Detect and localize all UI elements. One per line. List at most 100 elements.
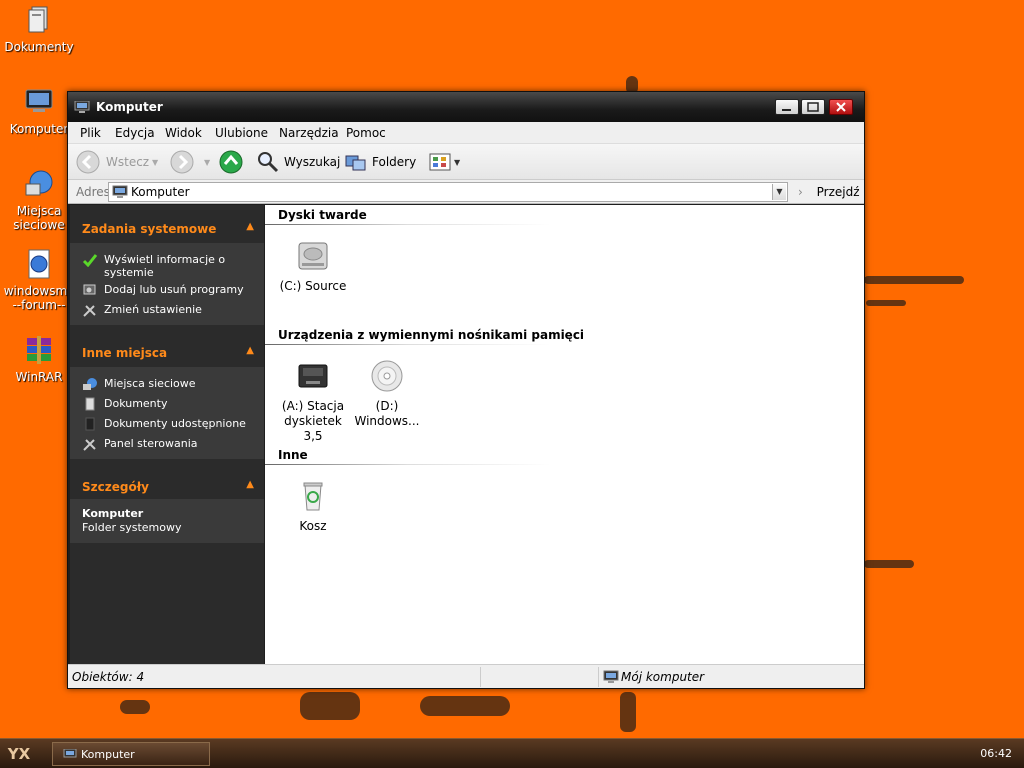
link-label: Dodaj lub usuń programy [104, 283, 244, 296]
computer-icon [23, 86, 55, 118]
computer-icon [63, 749, 77, 758]
item-label: (C:) Source [279, 279, 347, 293]
desktop-wallpaper-splash [420, 696, 510, 716]
status-location: Mój komputer [621, 670, 705, 684]
forward-button[interactable]: ▼ [170, 150, 210, 174]
system-clock: 06:42 [980, 747, 1012, 760]
maximize-button[interactable] [801, 99, 825, 115]
cd-drive-icon [370, 359, 404, 393]
title-bar[interactable]: Komputer [68, 92, 864, 122]
address-bar: Adres Komputer ▼ › Przejdź [68, 180, 864, 204]
pane-header-system-tasks[interactable]: Zadania systemowe ▲ [70, 213, 264, 243]
desktop-wallpaper-splash [866, 300, 906, 306]
status-object-count: Obiektów: 4 [72, 670, 145, 684]
drive-d[interactable]: (D:) Windows... [347, 359, 427, 429]
folders-button[interactable]: Foldery [344, 150, 418, 174]
install-icon [82, 283, 98, 297]
go-button[interactable]: › Przejdź [798, 185, 860, 199]
folders-label: Foldery [372, 155, 417, 169]
close-icon [836, 102, 846, 112]
floppy-drive-icon [296, 359, 330, 393]
group-divider [265, 464, 551, 465]
address-label: Adres [76, 185, 110, 199]
link-documents[interactable]: Dokumenty [82, 397, 257, 411]
link-label: Wyświetl informacje o systemie [104, 253, 226, 279]
menu-tools[interactable]: Narzędzia [279, 126, 339, 140]
link-network-places[interactable]: Miejsca sieciowe [82, 377, 257, 391]
pane-body-system-tasks: Wyświetl informacje o systemie Dodaj lub… [70, 243, 264, 325]
item-label: (A:) Stacja dyskietek 3,5 [281, 399, 345, 443]
chevron-down-icon[interactable]: ▼ [204, 158, 210, 167]
desktop-wallpaper-splash [864, 560, 914, 568]
up-arrow-icon [219, 150, 243, 174]
computer-icon [112, 185, 128, 198]
desktop-wallpaper-splash [864, 276, 964, 284]
forward-arrow-icon [170, 150, 194, 174]
drive-c[interactable]: (C:) Source [273, 239, 353, 294]
pane-body-details: Komputer Folder systemowy [70, 499, 264, 543]
computer-icon [74, 100, 90, 113]
desktop-icon-documents[interactable]: Dokumenty [0, 4, 78, 54]
go-label: Przejdź [816, 185, 860, 199]
pane-header-other-places[interactable]: Inne miejsca ▲ [70, 337, 264, 367]
search-icon [258, 152, 279, 173]
start-button[interactable]: YX [2, 741, 36, 767]
pane-title: Inne miejsca [82, 346, 168, 360]
detail-description: Folder systemowy [82, 521, 182, 534]
group-title-hard-drives: Dyski twarde [278, 208, 367, 222]
go-arrow-icon: › [798, 185, 803, 199]
address-value: Komputer [131, 185, 190, 199]
link-system-info[interactable]: Wyświetl informacje o systemie [82, 253, 257, 281]
link-label: Dokumenty udostępnione [104, 417, 246, 430]
status-divider [480, 667, 481, 687]
link-shared-documents[interactable]: Dokumenty udostępnione [82, 417, 257, 431]
drive-a[interactable]: (A:) Stacja dyskietek 3,5 [273, 359, 353, 444]
documents-icon [82, 397, 98, 411]
item-label: Kosz [299, 519, 327, 533]
recycle-bin[interactable]: Kosz [273, 479, 353, 534]
chevron-down-icon[interactable]: ▼ [454, 158, 460, 167]
link-label: Dokumenty [104, 397, 168, 410]
status-divider [598, 667, 599, 687]
menu-file[interactable]: Plik [80, 126, 101, 140]
chevron-down-icon[interactable]: ▼ [152, 158, 158, 167]
address-field[interactable]: Komputer ▼ [108, 182, 788, 202]
menu-view[interactable]: Widok [165, 126, 202, 140]
collapse-icon: ▲ [246, 221, 254, 232]
group-title-removable: Urządzenia z wymiennymi nośnikami pamięc… [278, 328, 585, 342]
back-arrow-icon [76, 150, 100, 174]
link-label: Miejsca sieciowe [104, 377, 196, 390]
desktop-wallpaper-splash [120, 700, 150, 714]
menu-bar: Plik Edycja Widok Ulubione Narzędzia Pom… [68, 122, 864, 144]
explorer-window: Komputer Plik Edycja Widok Ulubione Narz… [67, 91, 865, 689]
taskbar-button-komputer[interactable]: Komputer [52, 742, 210, 766]
menu-edit[interactable]: Edycja [115, 126, 155, 140]
menu-favorites[interactable]: Ulubione [215, 126, 268, 140]
computer-icon [603, 670, 619, 683]
desktop-wallpaper-splash [300, 692, 360, 720]
pane-header-details[interactable]: Szczegóły ▲ [70, 471, 264, 501]
menu-help[interactable]: Pomoc [346, 126, 386, 140]
maximize-icon [807, 102, 819, 112]
desktop-wallpaper-splash [620, 692, 636, 732]
up-button[interactable] [218, 150, 244, 174]
back-button[interactable]: Wstecz ▼ [76, 150, 158, 174]
views-button[interactable]: ▼ [428, 150, 462, 174]
link-add-remove-programs[interactable]: Dodaj lub usuń programy [82, 283, 257, 297]
link-change-setting[interactable]: Zmień ustawienie [82, 303, 257, 317]
recycle-bin-icon [296, 479, 330, 513]
minimize-button[interactable] [775, 99, 799, 115]
pane-title: Zadania systemowe [82, 222, 217, 236]
minimize-icon [782, 109, 791, 111]
address-dropdown-button[interactable]: ▼ [772, 184, 786, 200]
tools-icon [82, 303, 98, 317]
pane-body-other-places: Miejsca sieciowe Dokumenty Dokumenty udo… [70, 367, 264, 459]
link-control-panel[interactable]: Panel sterowania [82, 437, 257, 451]
pane-title: Szczegóły [82, 480, 149, 494]
search-button[interactable]: Wyszukaj [256, 150, 340, 174]
group-title-other: Inne [278, 448, 308, 462]
control-panel-icon [82, 437, 98, 451]
toolbar: Wstecz ▼ ▼ Wyszukaj Foldery ▼ [68, 144, 864, 180]
close-button[interactable] [829, 99, 853, 115]
link-label: Zmień ustawienie [104, 303, 202, 316]
